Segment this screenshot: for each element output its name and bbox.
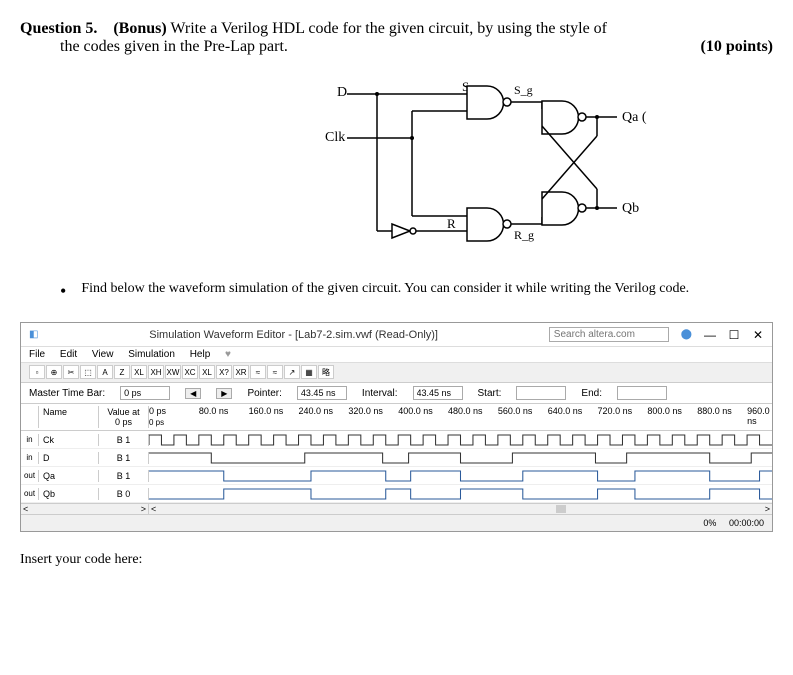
status-percent: 0%	[703, 518, 716, 528]
signal-name: D	[39, 452, 99, 464]
simulation-window: ◧ Simulation Waveform Editor - [Lab7-2.s…	[20, 322, 773, 532]
scroll-right[interactable]: >	[141, 504, 146, 514]
time-marks: 0 ps 80.0 ns 160.0 ns 240.0 ns 320.0 ns …	[149, 406, 772, 428]
insert-code-label: Insert your code here:	[20, 552, 773, 568]
signal-row-d[interactable]: in D B 1	[21, 449, 772, 467]
nav-left[interactable]: ◀	[185, 388, 201, 399]
tool-8[interactable]: XH	[148, 365, 164, 379]
label-qa: Qa (Q)	[622, 110, 647, 125]
tool-14[interactable]: ≈	[250, 365, 266, 379]
end-label: End:	[581, 388, 602, 399]
in-icon: in	[21, 434, 39, 446]
label-qb: Qb	[622, 201, 639, 216]
waveform-qb	[149, 487, 772, 501]
signal-row-qb[interactable]: out Qb B 0	[21, 485, 772, 503]
search-input[interactable]	[549, 327, 669, 342]
points: (10 points)	[701, 38, 773, 56]
tool-5[interactable]: A	[97, 365, 113, 379]
signal-name: Ck	[39, 434, 99, 446]
waveform-ck	[149, 433, 772, 447]
question-text: Write a Verilog HDL code for the given c…	[170, 20, 607, 37]
tool-17[interactable]: ▦	[301, 365, 317, 379]
tool-16[interactable]: ↗	[284, 365, 300, 379]
nav-right[interactable]: ▶	[216, 388, 232, 399]
status-bar: 0% 00:00:00	[21, 514, 772, 531]
menu-file[interactable]: File	[29, 349, 45, 360]
circuit-diagram: D S Clk R S_g R_g Qa (Q)	[20, 76, 773, 261]
toolbar: ▫⊕✂⬚AZXLXHXWXCXLX?XR≈≈↗▦略	[21, 363, 772, 383]
tool-9[interactable]: XW	[165, 365, 181, 379]
close-button[interactable]: ✕	[752, 329, 764, 341]
label-rg: R_g	[514, 228, 534, 242]
signal-row-qa[interactable]: out Qa B 1	[21, 467, 772, 485]
tool-10[interactable]: XC	[182, 365, 198, 379]
signal-name: Qb	[39, 488, 99, 500]
tool-1[interactable]: ▫	[29, 365, 45, 379]
start-label: Start:	[478, 388, 502, 399]
value-header: Value at 0 ps	[99, 406, 149, 428]
name-header: Name	[39, 406, 99, 428]
menu-view[interactable]: View	[92, 349, 114, 360]
param-bar: Master Time Bar: ◀ ▶ Pointer: Interval: …	[21, 383, 772, 404]
help-icon[interactable]: ♥	[225, 349, 231, 360]
master-time-bar-label: Master Time Bar:	[29, 388, 105, 399]
menu-simulation[interactable]: Simulation	[128, 349, 175, 360]
tool-7[interactable]: XL	[131, 365, 147, 379]
label-clk: Clk	[325, 130, 345, 145]
signal-row-ck[interactable]: in Ck B 1	[21, 431, 772, 449]
signal-value: B 1	[99, 452, 149, 464]
signal-value: B 0	[99, 488, 149, 500]
sim-icon: ◧	[29, 329, 38, 340]
wave-scroll-left[interactable]: <	[151, 504, 156, 514]
scroll-thumb[interactable]	[556, 505, 566, 513]
time-ruler: Name Value at 0 ps 0 ps 80.0 ns 160.0 ns…	[21, 404, 772, 431]
label-sg: S_g	[514, 83, 533, 97]
out-icon: out	[21, 470, 39, 482]
start-input[interactable]	[516, 386, 566, 400]
menu-bar: File Edit View Simulation Help ♥	[21, 347, 772, 363]
tool-13[interactable]: XR	[233, 365, 249, 379]
scroll-left[interactable]: <	[23, 504, 28, 514]
pointer-label: Pointer:	[247, 388, 281, 399]
signal-value: B 1	[99, 434, 149, 446]
tool-2[interactable]: ⊕	[46, 365, 62, 379]
pointer-input[interactable]	[297, 386, 347, 400]
interval-input[interactable]	[413, 386, 463, 400]
question-bonus	[101, 20, 113, 37]
tool-18[interactable]: 略	[318, 365, 334, 379]
bonus-label: (Bonus)	[113, 20, 166, 37]
interval-label: Interval:	[362, 388, 398, 399]
minimize-button[interactable]: —	[704, 329, 716, 341]
sim-title: Simulation Waveform Editor - [Lab7-2.sim…	[149, 329, 438, 341]
search-icon[interactable]: ⬤	[681, 329, 692, 340]
in-icon: in	[21, 452, 39, 464]
end-input[interactable]	[617, 386, 667, 400]
status-time: 00:00:00	[729, 518, 764, 528]
waveform-d	[149, 451, 772, 465]
signal-name: Qa	[39, 470, 99, 482]
out-icon: out	[21, 488, 39, 500]
menu-edit[interactable]: Edit	[60, 349, 77, 360]
signal-value: B 1	[99, 470, 149, 482]
tool-4[interactable]: ⬚	[80, 365, 96, 379]
bullet: •	[60, 281, 66, 302]
bullet-text: Find below the waveform simulation of th…	[81, 281, 689, 302]
question-text2: the codes given in the Pre-Lap part.	[20, 38, 288, 55]
question-number: Question 5.	[20, 20, 97, 37]
waveform-qa	[149, 469, 772, 483]
master-time-bar-input[interactable]	[120, 386, 170, 400]
tool-6[interactable]: Z	[114, 365, 130, 379]
label-d: D	[337, 85, 347, 100]
tool-11[interactable]: XL	[199, 365, 215, 379]
tool-15[interactable]: ≈	[267, 365, 283, 379]
tool-12[interactable]: X?	[216, 365, 232, 379]
maximize-button[interactable]: ☐	[728, 329, 740, 341]
label-r: R	[447, 216, 456, 231]
wave-scroll-right[interactable]: >	[765, 504, 770, 514]
tool-3[interactable]: ✂	[63, 365, 79, 379]
menu-help[interactable]: Help	[190, 349, 211, 360]
